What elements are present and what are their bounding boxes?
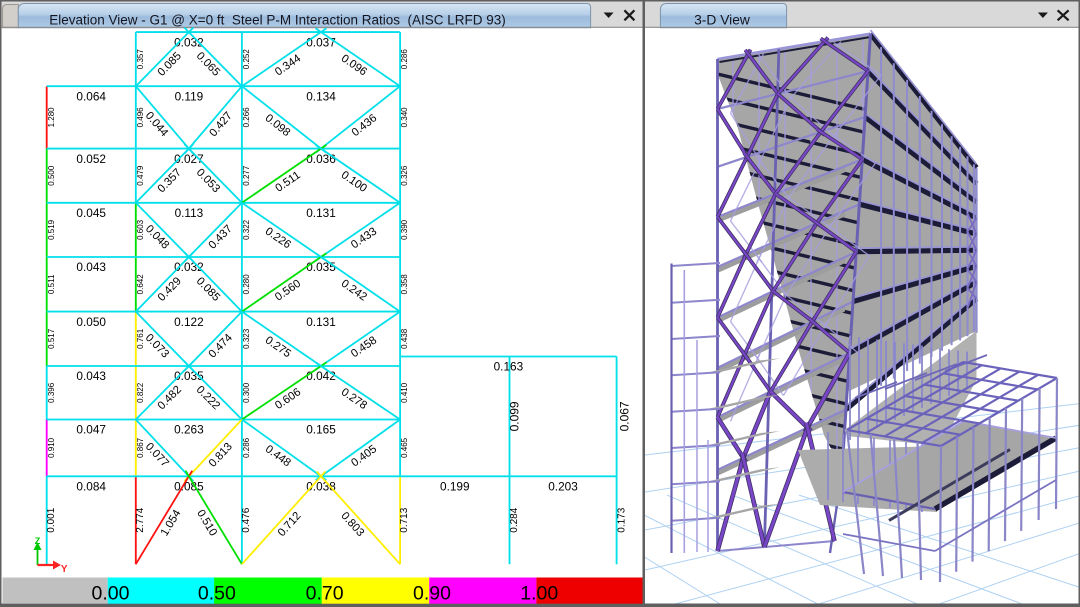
svg-text:0.085: 0.085 (174, 480, 204, 494)
svg-text:0.042: 0.042 (306, 369, 336, 383)
svg-text:0.199: 0.199 (440, 480, 470, 494)
svg-text:0.286: 0.286 (400, 49, 409, 70)
svg-text:0.500: 0.500 (47, 165, 56, 186)
svg-text:0.067: 0.067 (618, 401, 632, 431)
svg-text:0.323: 0.323 (242, 328, 251, 349)
svg-text:0.910: 0.910 (47, 437, 56, 458)
svg-text:0.099: 0.099 (508, 401, 522, 431)
svg-text:0.131: 0.131 (306, 315, 336, 329)
svg-text:0.045: 0.045 (76, 206, 106, 220)
svg-text:0.163: 0.163 (494, 360, 524, 374)
svg-text:0.300: 0.300 (242, 382, 251, 403)
svg-text:0.822: 0.822 (136, 382, 145, 403)
svg-text:Elevation View - G1 @ X=0 ft: Elevation View - G1 @ X=0 ft Steel P-M I… (49, 12, 506, 27)
svg-text:0.266: 0.266 (242, 107, 251, 128)
svg-text:0.050: 0.050 (76, 315, 106, 329)
svg-text:1.280: 1.280 (47, 107, 56, 128)
svg-text:0.037: 0.037 (306, 35, 336, 49)
svg-text:0.479: 0.479 (136, 165, 145, 186)
svg-text:0.326: 0.326 (400, 165, 409, 186)
svg-text:0.064: 0.064 (76, 89, 106, 103)
svg-text:0.465: 0.465 (400, 437, 409, 458)
svg-text:0.90: 0.90 (413, 582, 451, 604)
svg-text:0.390: 0.390 (400, 219, 409, 240)
svg-text:0.165: 0.165 (306, 423, 336, 437)
svg-text:0.036: 0.036 (306, 152, 336, 166)
svg-text:0.519: 0.519 (47, 219, 56, 240)
svg-text:0.438: 0.438 (400, 328, 409, 349)
svg-text:0.052: 0.052 (76, 152, 106, 166)
svg-text:0.084: 0.084 (76, 480, 106, 494)
svg-text:0.286: 0.286 (242, 437, 251, 458)
svg-text:0.173: 0.173 (616, 507, 627, 532)
svg-text:1.00: 1.00 (520, 582, 558, 604)
svg-text:0.113: 0.113 (175, 206, 204, 220)
svg-text:0.035: 0.035 (306, 260, 336, 274)
svg-text:0.131: 0.131 (306, 206, 336, 220)
svg-text:3-D View: 3-D View (694, 12, 750, 27)
svg-text:2.774: 2.774 (135, 507, 146, 532)
svg-text:Y: Y (61, 564, 68, 575)
svg-text:0.047: 0.047 (76, 423, 106, 437)
svg-text:0.252: 0.252 (242, 49, 251, 70)
svg-text:0.357: 0.357 (136, 49, 145, 70)
svg-text:0.280: 0.280 (242, 274, 251, 295)
svg-text:0.511: 0.511 (47, 274, 56, 294)
svg-text:0.358: 0.358 (400, 274, 409, 295)
svg-text:0.122: 0.122 (174, 315, 204, 329)
svg-text:0.119: 0.119 (175, 89, 204, 103)
svg-text:0.263: 0.263 (174, 423, 204, 437)
svg-text:0.00: 0.00 (92, 582, 130, 604)
svg-text:0.284: 0.284 (509, 507, 520, 532)
svg-text:0.476: 0.476 (241, 507, 252, 532)
svg-text:0.410: 0.410 (400, 382, 409, 403)
svg-text:Z: Z (35, 536, 41, 546)
svg-text:0.517: 0.517 (47, 328, 56, 349)
svg-text:0.340: 0.340 (400, 107, 409, 128)
svg-text:0.70: 0.70 (306, 582, 344, 604)
svg-text:0.396: 0.396 (47, 382, 56, 403)
svg-text:0.50: 0.50 (198, 582, 236, 604)
svg-text:0.043: 0.043 (76, 369, 106, 383)
svg-text:0.203: 0.203 (548, 480, 578, 494)
svg-text:0.001: 0.001 (46, 507, 57, 532)
svg-text:0.277: 0.277 (242, 165, 251, 186)
svg-text:0.642: 0.642 (136, 274, 145, 295)
svg-text:0.134: 0.134 (306, 89, 336, 103)
svg-text:0.713: 0.713 (399, 507, 410, 532)
svg-text:0.043: 0.043 (76, 260, 106, 274)
svg-text:0.322: 0.322 (242, 219, 251, 240)
